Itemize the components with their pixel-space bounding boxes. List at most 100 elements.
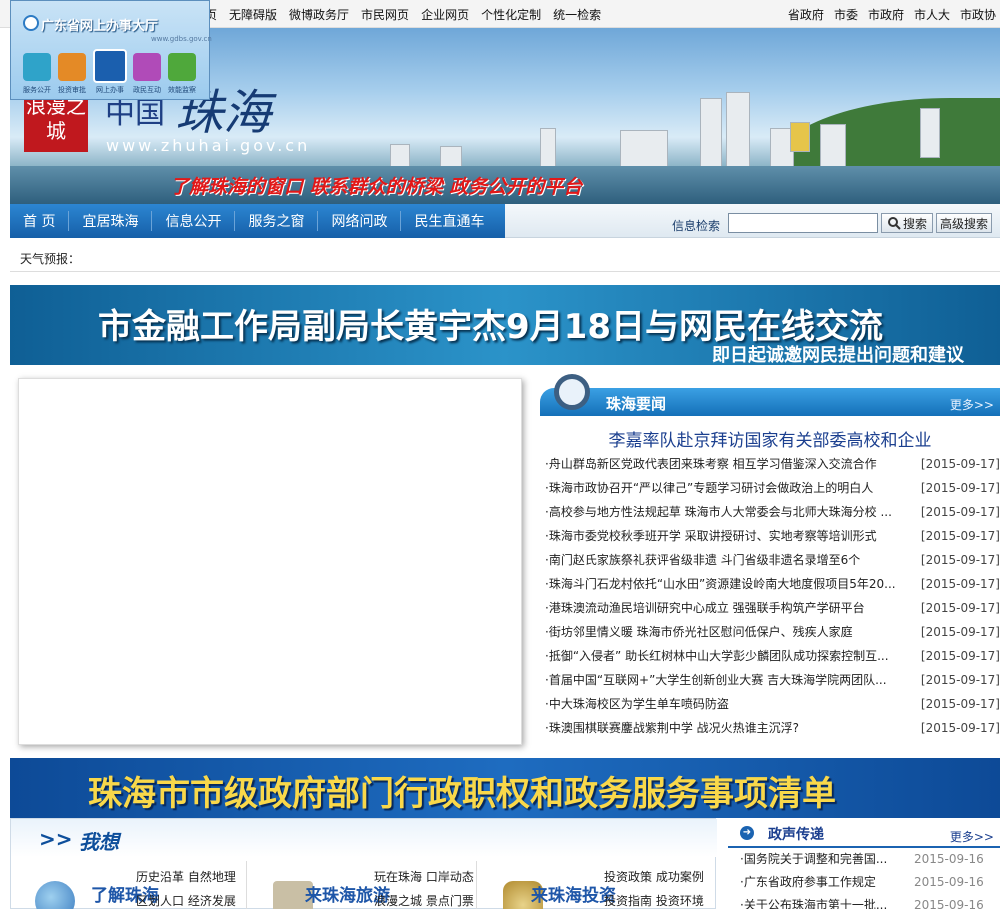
list-item[interactable]: ·珠海市政协召开“严以律己”专题学习研讨会做政治上的明白人 [2015-09-17… — [545, 476, 1000, 500]
top-link-weibo[interactable]: 微博政务厅 — [289, 6, 349, 23]
link-population[interactable]: 区划人口 — [136, 894, 184, 908]
link-tickets[interactable]: 景点门票 — [426, 894, 474, 908]
news-item-title[interactable]: ·珠海斗门石龙村依托“山水田”资源建设岭南大地度假项目5年20... — [545, 572, 920, 596]
weather-label: 天气预报： — [20, 252, 81, 266]
news-item-title[interactable]: ·舟山群岛新区党政代表团来珠考察 相互学习借鉴深入交流合作 — [545, 452, 920, 476]
news-item-title[interactable]: ·首届中国“互联网+”大学生创新创业大赛 吉大珠海学院两团队... — [545, 668, 920, 692]
link-guide[interactable]: 投资指南 — [604, 894, 652, 908]
news-item-title[interactable]: ·中大珠海校区为学生单车喷码防盗 — [545, 692, 920, 716]
link-environment[interactable]: 投资环境 — [656, 894, 704, 908]
news-item-date: [2015-09-17] — [920, 481, 1000, 495]
link-economy[interactable]: 经济发展 — [188, 894, 236, 908]
list-item[interactable]: ·中大珠海校区为学生单车喷码防盗 [2015-09-17] — [545, 692, 1000, 716]
policy-voice-more-link[interactable]: 更多>> — [950, 828, 994, 845]
main-nav: 首 页 宜居珠海 信息公开 服务之窗 网络问政 民生直通车 信息检索 搜索 高级… — [10, 204, 1000, 238]
top-link-citizen[interactable]: 市民网页 — [361, 6, 409, 23]
news-item-title[interactable]: ·高校参与地方性法规起草 珠海市人大常委会与北师大珠海分校 ... — [545, 500, 920, 524]
promo-banner-power-list[interactable]: 珠海市市级政府部门行政职权和政务服务事项清单 — [10, 758, 1000, 818]
policy-item-title[interactable]: ·关于公布珠海市第十一批... — [740, 894, 898, 909]
weather-bar: 天气预报： — [10, 242, 1000, 272]
building — [540, 128, 556, 168]
gd-item-label: 效能监察 — [168, 86, 196, 94]
video-panel[interactable] — [18, 378, 522, 745]
news-item-title[interactable]: ·港珠澳流动渔民培训研究中心成立 强强联手构筑产学研平台 — [545, 596, 920, 620]
interaction-icon[interactable] — [133, 53, 161, 81]
list-item[interactable]: ·珠海市委党校秋季班开学 采取讲授研讨、实地考察等培训形式 [2015-09-17… — [545, 524, 1000, 548]
list-item[interactable]: ·南门赵氏家族祭礼获评省级非遗 斗门省级非遗名录增至6个 [2015-09-17] — [545, 548, 1000, 572]
link-play[interactable]: 玩在珠海 — [374, 870, 422, 884]
news-more-link[interactable]: 更多>> — [950, 396, 994, 413]
advanced-search-button[interactable]: 高级搜索 — [936, 213, 992, 233]
link-policy[interactable]: 投资政策 — [604, 870, 652, 884]
nav-item-info[interactable]: 信息公开 — [152, 211, 236, 231]
link-history[interactable]: 历史沿革 — [136, 870, 184, 884]
nav-item-service[interactable]: 服务之窗 — [235, 211, 319, 231]
top-link-enterprise[interactable]: 企业网页 — [421, 6, 469, 23]
online-service-icon[interactable] — [93, 49, 127, 83]
block-links: 玩在珠海 口岸动态 浪漫之城 景点门票 — [374, 865, 474, 909]
search-button[interactable]: 搜索 — [881, 213, 933, 233]
globe-icon — [35, 881, 75, 909]
policy-voice-header: ➜ 政声传递 更多>> — [728, 818, 1000, 848]
list-item[interactable]: ·国务院关于调整和完善国... 2015-09-16 — [740, 848, 1000, 871]
list-item[interactable]: ·珠澳围棋联赛鏖战紫荆中学 战况火热谁主沉浮? [2015-09-17] — [545, 716, 1000, 740]
list-item[interactable]: ·抵御“入侵者” 助长红树林中山大学彭少麟团队成功探索控制互... [2015-0… — [545, 644, 1000, 668]
policy-voice-panel: ➜ 政声传递 更多>> ·国务院关于调整和完善国... 2015-09-16 ·广… — [728, 818, 1000, 909]
list-item[interactable]: ·关于公布珠海市第十一批... 2015-09-16 — [740, 894, 1000, 909]
link-geography[interactable]: 自然地理 — [188, 870, 236, 884]
list-item[interactable]: ·珠海斗门石龙村依托“山水田”资源建设岭南大地度假项目5年20... [2015-… — [545, 572, 1000, 596]
news-item-title[interactable]: ·南门赵氏家族祭礼获评省级非遗 斗门省级非遗名录增至6个 — [545, 548, 920, 572]
block-know-zhuhai: 了解珠海 历史沿革 自然地理 区划人口 经济发展 — [11, 861, 247, 909]
link-port[interactable]: 口岸动态 — [426, 870, 474, 884]
gd-online-hall-widget[interactable]: 广东省网上办事大厅 www.gdbs.gov.cn 服务公开 投资审批 网上办事… — [10, 0, 212, 100]
top-link-accessible[interactable]: 无障碍版 — [229, 6, 277, 23]
news-item-title[interactable]: ·珠海市政协召开“严以律己”专题学习研讨会做政治上的明白人 — [545, 476, 920, 500]
gov-link-party[interactable]: 市委 — [834, 6, 858, 23]
gov-link-npc[interactable]: 市人大 — [914, 6, 950, 23]
arrow-right-icon: ➜ — [740, 826, 754, 840]
link-cases[interactable]: 成功案例 — [656, 870, 704, 884]
top-link-custom[interactable]: 个性化定制 — [481, 6, 541, 23]
nav-item-livable[interactable]: 宜居珠海 — [69, 211, 153, 231]
gov-link-province[interactable]: 省政府 — [788, 6, 824, 23]
building — [440, 146, 462, 168]
news-item-title[interactable]: ·珠海市委党校秋季班开学 采取讲授研讨、实地考察等培训形式 — [545, 524, 920, 548]
nav-item-inquiry[interactable]: 网络问政 — [318, 211, 402, 231]
block-links: 历史沿革 自然地理 区划人口 经济发展 — [136, 865, 236, 909]
list-item[interactable]: ·港珠澳流动渔民培训研究中心成立 强强联手构筑产学研平台 [2015-09-17] — [545, 596, 1000, 620]
news-item-date: [2015-09-17] — [920, 577, 1000, 591]
promo-banner-online-chat[interactable]: 市金融工作局副局长黄宇杰9月18日与网民在线交流 即日起诚邀网民提出问题和建议 — [10, 285, 1000, 365]
nav-item-livelihood[interactable]: 民生直通车 — [401, 211, 497, 231]
gov-link-city[interactable]: 市政府 — [868, 6, 904, 23]
nav-menu: 首 页 宜居珠海 信息公开 服务之窗 网络问政 民生直通车 — [10, 204, 505, 238]
gd-logo-icon — [23, 15, 39, 31]
list-item[interactable]: ·舟山群岛新区党政代表团来珠考察 相互学习借鉴深入交流合作 [2015-09-17… — [545, 452, 1000, 476]
news-item-title[interactable]: ·街坊邻里情义暖 珠海市侨光社区慰问低保户、残疾人家庭 — [545, 620, 920, 644]
list-item[interactable]: ·首届中国“互联网+”大学生创新创业大赛 吉大珠海学院两团队... [2015-0… — [545, 668, 1000, 692]
nav-item-home[interactable]: 首 页 — [10, 211, 70, 231]
top-links: 页 无障碍版 微博政务厅 市民网页 企业网页 个性化定制 统一检索 — [205, 6, 601, 23]
news-item-title[interactable]: ·珠澳围棋联赛鏖战紫荆中学 战况火热谁主沉浮? — [545, 716, 920, 740]
romantic-city-badge: 浪漫之城 — [24, 94, 88, 152]
search-input[interactable] — [728, 213, 878, 233]
list-item[interactable]: ·广东省政府参事工作规定 2015-09-16 — [740, 871, 1000, 894]
news-headline[interactable]: 李嘉率队赴京拜访国家有关部委高校和企业 — [540, 426, 1000, 451]
news-item-date: [2015-09-17] — [920, 457, 1000, 471]
policy-item-date: 2015-09-16 — [914, 898, 984, 909]
site-url: www.zhuhai.gov.cn — [106, 136, 311, 155]
news-item-date: [2015-09-17] — [920, 697, 1000, 711]
list-item[interactable]: ·街坊邻里情义暖 珠海市侨光社区慰问低保户、残疾人家庭 [2015-09-17] — [545, 620, 1000, 644]
service-public-icon[interactable] — [23, 53, 51, 81]
top-link-search[interactable]: 统一检索 — [553, 6, 601, 23]
supervision-icon[interactable] — [168, 53, 196, 81]
policy-item-title[interactable]: ·广东省政府参事工作规定 — [740, 871, 898, 894]
list-item[interactable]: ·高校参与地方性法规起草 珠海市人大常委会与北师大珠海分校 ... [2015-0… — [545, 500, 1000, 524]
i-want-panel: >> 我想 了解珠海 历史沿革 自然地理 区划人口 经济发展 来珠海旅游 玩在珠… — [10, 818, 717, 909]
gd-widget-title: 广东省网上办事大厅 — [41, 19, 159, 34]
investment-approval-icon[interactable] — [58, 53, 86, 81]
news-item-title[interactable]: ·抵御“入侵者” 助长红树林中山大学彭少麟团队成功探索控制互... — [545, 644, 920, 668]
double-arrow-icon: >> — [39, 827, 73, 851]
gov-link-cppcc[interactable]: 市政协 — [960, 6, 996, 23]
policy-item-title[interactable]: ·国务院关于调整和完善国... — [740, 848, 898, 871]
link-romantic[interactable]: 浪漫之城 — [374, 894, 422, 908]
